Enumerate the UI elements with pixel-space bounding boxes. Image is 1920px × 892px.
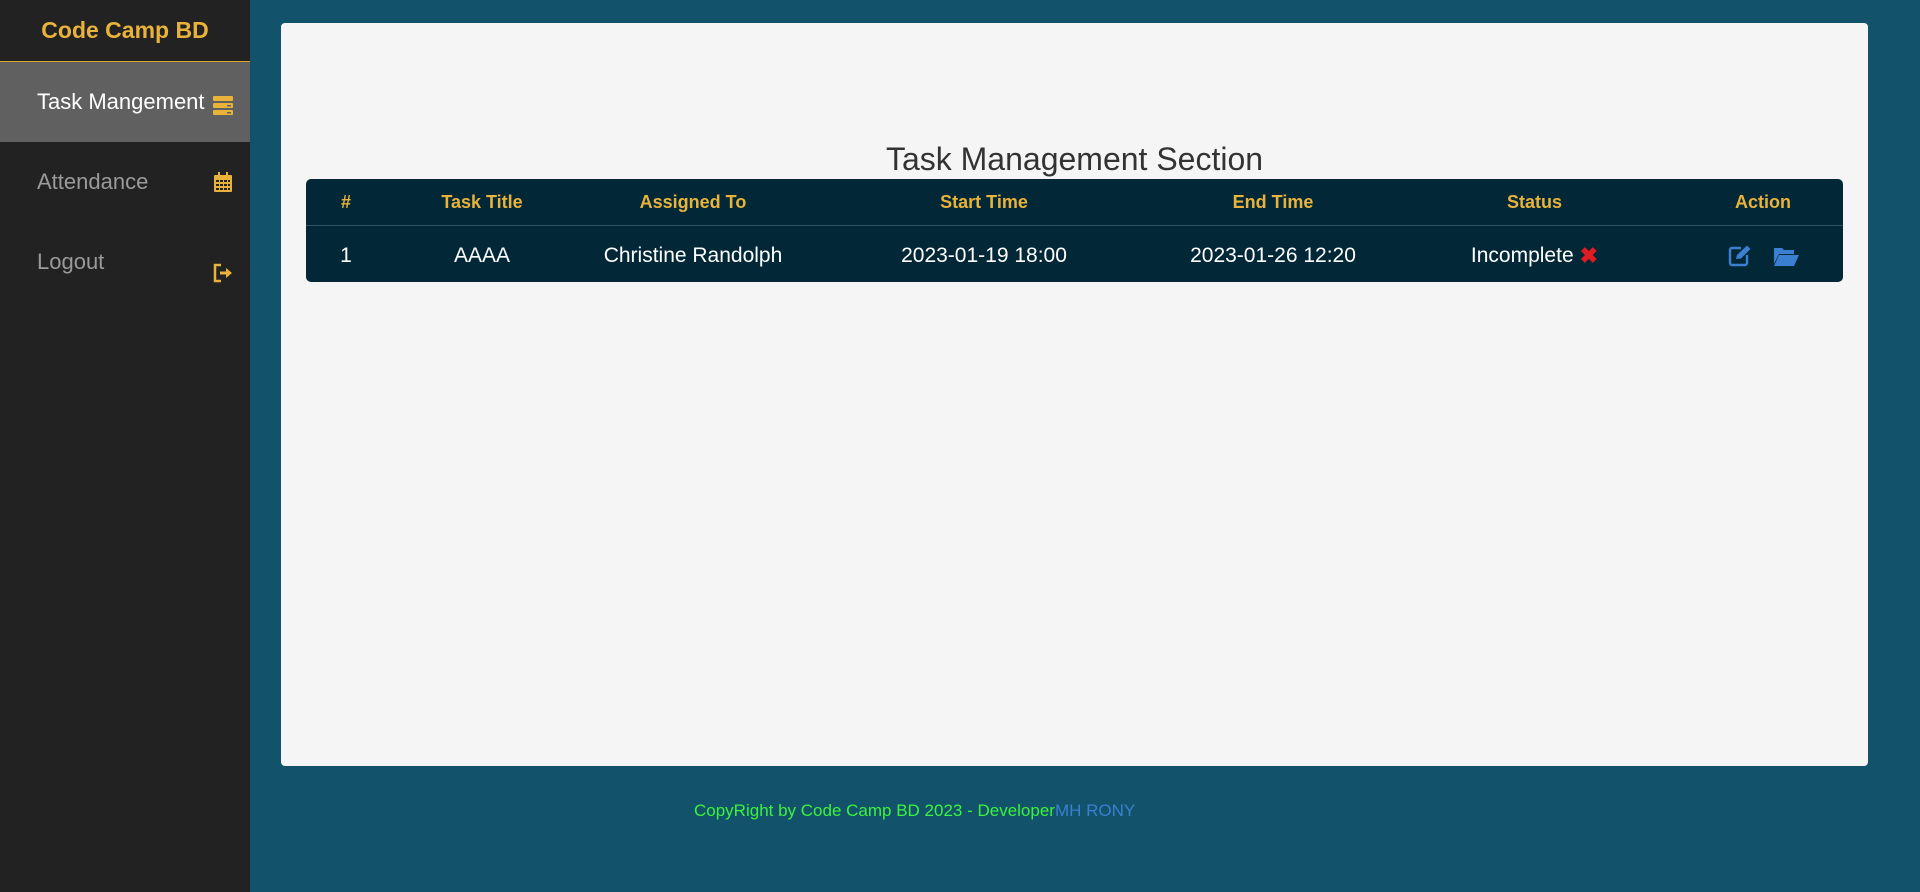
sidebar-item-logout[interactable]: Logout <box>0 222 250 302</box>
column-header-task-title: Task Title <box>386 179 578 226</box>
sidebar-item-label: Task Mangement <box>37 89 205 114</box>
brand-logo[interactable]: Code Camp BD <box>0 0 250 62</box>
sidebar-item-label: Logout <box>37 249 105 274</box>
sidebar-item-task-management[interactable]: Task Mangement <box>0 62 250 142</box>
task-table: # Task Title Assigned To Start Time End … <box>306 179 1843 282</box>
column-header-status: Status <box>1386 179 1683 226</box>
cell-status: Incomplete ✖ <box>1386 226 1683 283</box>
footer-copyright: CopyRight by Code Camp BD 2023 - Develop… <box>694 801 1055 820</box>
cell-end-time: 2023-01-26 12:20 <box>1190 243 1356 267</box>
table-header-row: # Task Title Assigned To Start Time End … <box>306 179 1843 226</box>
status-text: Incomplete <box>1470 243 1574 267</box>
page-title: Task Management Section <box>885 141 1264 177</box>
column-header-end-time: End Time <box>1160 179 1386 226</box>
sidebar-item-label: Attendance <box>37 169 149 194</box>
column-header-number: # <box>306 179 386 226</box>
column-header-action: Action <box>1683 179 1843 226</box>
column-header-assigned-to: Assigned To <box>578 179 808 226</box>
cell-start-time: 2023-01-19 18:00 <box>901 243 1067 267</box>
cell-action <box>1683 226 1843 283</box>
tasks-icon <box>213 96 233 116</box>
cell-number: 1 <box>340 243 352 267</box>
sidebar: Code Camp BD Task Mangement Attendance L… <box>0 0 250 892</box>
logout-icon <box>213 263 232 283</box>
footer: CopyRight by Code Camp BD 2023 - Develop… <box>694 801 1135 821</box>
folder-open-icon[interactable] <box>1773 244 1799 268</box>
cell-task-title: AAAA <box>453 243 511 267</box>
main-panel: Task Management Section # Task Title Ass… <box>281 23 1868 766</box>
column-header-start-time: Start Time <box>808 179 1160 226</box>
table-row: 1 AAAA Christine Randolph 2023-01-19 18:… <box>306 226 1843 283</box>
x-mark-icon: ✖ <box>1579 242 1599 268</box>
cell-assigned-to: Christine Randolph <box>603 243 783 267</box>
calendar-icon <box>214 172 232 192</box>
sidebar-item-attendance[interactable]: Attendance <box>0 142 250 222</box>
developer-link[interactable]: MH RONY <box>1055 801 1135 820</box>
edit-icon[interactable] <box>1727 244 1753 268</box>
